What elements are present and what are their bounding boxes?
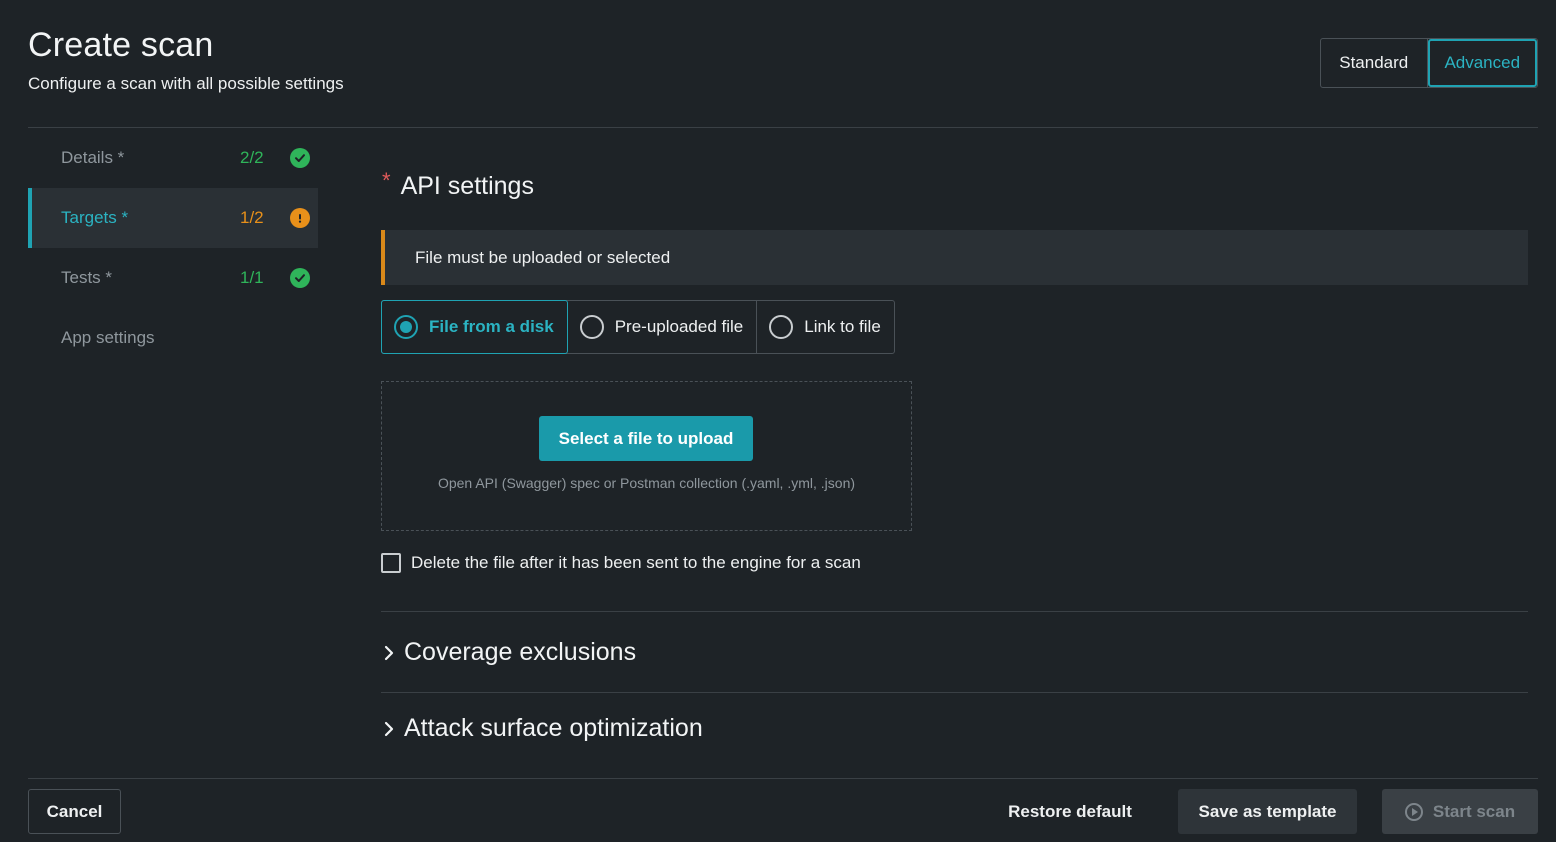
radio-selected-icon <box>394 315 418 339</box>
source-option-link-to-file[interactable]: Link to file <box>757 301 894 353</box>
page-subtitle: Configure a scan with all possible setti… <box>28 74 344 93</box>
start-scan-button[interactable]: Start scan <box>1382 789 1538 834</box>
sidebar-item-label: App settings <box>61 328 155 347</box>
radio-unselected-icon <box>769 315 794 339</box>
sidebar-item-label: Targets * <box>61 208 129 227</box>
create-scan-page: Create scan Configure a scan with all po… <box>0 0 1556 842</box>
delete-file-label: Delete the file after it has been sent t… <box>411 553 861 572</box>
source-option-file-from-disk[interactable]: File from a disk <box>381 300 568 354</box>
cancel-button[interactable]: Cancel <box>28 789 121 834</box>
attack-surface-optimization-toggle[interactable]: Attack surface optimization <box>381 714 703 743</box>
sidebar-item-details[interactable]: Details * 2/2 <box>28 128 318 188</box>
sidebar-item-count: 2/2 <box>240 148 264 167</box>
collapsible-label: Coverage exclusions <box>404 638 637 666</box>
sidebar-item-targets[interactable]: Targets * 1/2 <box>28 188 318 248</box>
save-as-template-button[interactable]: Save as template <box>1178 789 1357 834</box>
required-mark: * <box>382 168 391 193</box>
scan-mode-toggle: Standard Advanced <box>1320 38 1538 88</box>
sidebar-item-count: 1/2 <box>240 208 264 227</box>
restore-default-button[interactable]: Restore default <box>990 789 1150 834</box>
page-title: Create scan <box>28 26 214 64</box>
delete-file-checkbox[interactable] <box>381 553 401 573</box>
select-file-button[interactable]: Select a file to upload <box>539 416 753 461</box>
source-option-pre-uploaded-file[interactable]: Pre-uploaded file <box>568 301 758 353</box>
coverage-exclusions-toggle[interactable]: Coverage exclusions <box>381 638 636 667</box>
file-source-radio-group: File from a disk Pre-uploaded file Link … <box>381 300 895 354</box>
collapsible-label: Attack surface optimization <box>404 714 703 742</box>
source-option-label: Pre-uploaded file <box>614 317 744 336</box>
sidebar-item-tests[interactable]: Tests * 1/1 <box>28 248 318 308</box>
chevron-right-icon <box>381 644 399 662</box>
validation-alert: File must be uploaded or selected <box>381 230 1528 285</box>
alert-text: File must be uploaded or selected <box>415 247 671 267</box>
check-circle-icon <box>290 148 310 168</box>
section-divider <box>381 692 1528 693</box>
section-divider <box>381 611 1528 612</box>
steps-sidebar: Details * 2/2 Targets * 1/2 Tests * 1/1 … <box>28 128 318 368</box>
file-dropzone[interactable]: Select a file to upload Open API (Swagge… <box>381 381 912 531</box>
sidebar-item-count: 1/1 <box>240 268 264 287</box>
mode-standard-button[interactable]: Standard <box>1321 39 1428 87</box>
footer-divider <box>28 778 1538 779</box>
upload-hint: Open API (Swagger) spec or Postman colle… <box>437 475 856 491</box>
source-option-label: Link to file <box>804 317 881 336</box>
sidebar-item-label: Tests * <box>61 268 113 287</box>
play-circle-icon <box>1404 802 1423 821</box>
warning-circle-icon <box>290 208 310 228</box>
start-scan-label: Start scan <box>1432 801 1516 821</box>
api-settings-title: * API settings <box>382 168 534 201</box>
delete-file-option[interactable]: Delete the file after it has been sent t… <box>381 553 861 573</box>
sidebar-item-label: Details * <box>61 148 125 167</box>
chevron-right-icon <box>381 720 399 738</box>
source-option-label: File from a disk <box>429 317 554 336</box>
sidebar-item-app-settings[interactable]: App settings <box>28 308 318 368</box>
radio-unselected-icon <box>579 315 604 339</box>
section-title-text: API settings <box>400 172 534 200</box>
check-circle-icon <box>290 268 310 288</box>
mode-advanced-button[interactable]: Advanced <box>1427 39 1537 87</box>
